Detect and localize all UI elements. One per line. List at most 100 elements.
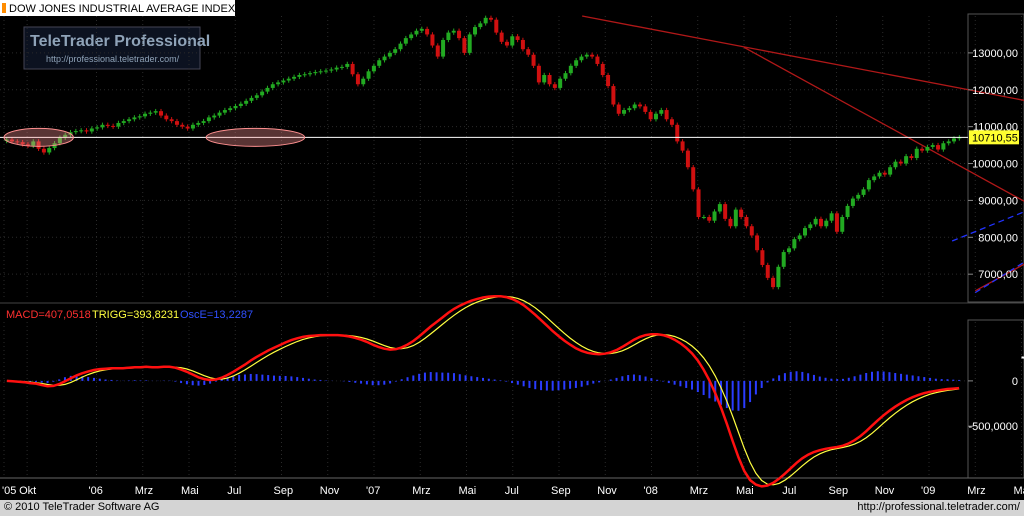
osc-histogram-bar	[673, 380, 676, 385]
osc-histogram-bar	[685, 380, 688, 388]
osc-histogram-bar	[882, 371, 885, 381]
candle-body	[478, 23, 483, 28]
candle-body	[765, 264, 770, 278]
candle-body	[137, 116, 142, 118]
osc-histogram-bar	[307, 378, 310, 381]
osc-histogram-bar	[447, 372, 450, 381]
candle-body	[707, 217, 712, 221]
candle-body	[414, 30, 419, 35]
teletrader-logo: TeleTrader Professional http://professio…	[23, 26, 210, 70]
osc-histogram-bar	[894, 373, 897, 381]
candle-body	[323, 70, 328, 72]
candle-body	[127, 119, 132, 122]
candle-body	[749, 226, 754, 236]
osc-histogram-bar	[267, 375, 270, 381]
x-tick-label: Mrz	[690, 485, 708, 497]
candle-body	[904, 156, 909, 164]
osc-histogram-bar	[104, 379, 107, 381]
osc-histogram-bar	[255, 374, 258, 381]
candle-body	[760, 250, 765, 265]
osc-histogram-bar	[807, 373, 810, 381]
candle-body	[728, 218, 733, 227]
osc-histogram-bar	[638, 375, 641, 381]
osc-histogram-bar	[406, 377, 409, 381]
candle-body	[499, 32, 504, 42]
osc-histogram-bar	[540, 380, 543, 391]
candle-body	[265, 87, 270, 92]
osc-histogram-bar	[691, 380, 694, 390]
osc-histogram-bar	[394, 380, 397, 382]
osc-histogram-bar	[499, 380, 502, 381]
x-tick-label: Nov	[597, 485, 617, 497]
candle-body	[446, 32, 451, 40]
osc-histogram-bar	[505, 380, 508, 382]
candle-body	[606, 75, 611, 87]
candle-body	[818, 218, 823, 227]
candle-body	[132, 117, 137, 120]
macd-legend: MACD=407,0518	[6, 309, 91, 321]
x-tick-label: Sep	[274, 485, 294, 497]
trigg-line	[6, 295, 960, 486]
candle-body	[808, 224, 813, 229]
candle-body	[95, 127, 100, 129]
candle-body	[297, 75, 302, 77]
osc-histogram-bar	[958, 379, 961, 381]
macd-panel	[0, 294, 1024, 488]
candle-body	[462, 38, 467, 53]
logo-url: http://professional.teletrader.com/	[46, 54, 180, 64]
candle-body	[403, 38, 408, 44]
x-tick-label: Nov	[320, 485, 340, 497]
candle-body	[159, 111, 164, 116]
osc-histogram-bar	[795, 371, 798, 381]
x-tick-label: '06	[89, 485, 103, 497]
osc-histogram-bar	[766, 380, 769, 383]
candle-body	[824, 220, 829, 227]
candle-body	[632, 104, 637, 109]
candle-body	[441, 39, 446, 57]
candle-body	[435, 45, 440, 57]
osc-histogram-bar	[650, 378, 653, 381]
candle-body	[579, 56, 584, 61]
candle-body	[936, 145, 941, 150]
chart-canvas: DOW JONES INDUSTRIAL AVERAGE INDEX TeleT…	[0, 0, 1024, 497]
candle-body	[755, 235, 760, 251]
candle-body	[249, 97, 254, 101]
osc-histogram-bar	[185, 380, 188, 385]
osc-histogram-bar	[470, 376, 473, 381]
osc-histogram-bar	[400, 379, 403, 381]
candle-body	[925, 146, 930, 151]
candle-body	[185, 126, 190, 129]
candle-body	[909, 156, 914, 158]
candle-body	[313, 72, 318, 74]
osc-histogram-bar	[476, 377, 479, 381]
candle-body	[776, 266, 781, 288]
price-tick-label: 7000,00	[978, 269, 1018, 281]
price-tick-label: 8000,00	[978, 232, 1018, 244]
candle-body	[430, 34, 435, 46]
osc-histogram-bar	[174, 380, 177, 382]
candle-body	[196, 122, 201, 125]
osc-histogram-bar	[853, 376, 856, 381]
candle-body	[180, 124, 185, 127]
candle-body	[494, 19, 499, 33]
candle-body	[882, 172, 887, 175]
osc-histogram-bar	[876, 371, 879, 381]
candle-body	[116, 122, 121, 127]
candle-body	[622, 110, 627, 114]
osc-histogram-bar	[702, 380, 705, 396]
candle-body	[558, 78, 563, 88]
candle-body	[888, 167, 893, 175]
osc-histogram-bar	[656, 379, 659, 381]
candle-body	[568, 65, 573, 74]
candle-body	[457, 30, 462, 39]
osc-histogram-bar	[841, 378, 844, 381]
osc-histogram-bar	[789, 371, 792, 381]
candle-body	[712, 211, 717, 221]
osc-histogram-bar	[284, 375, 287, 381]
footer-url[interactable]: http://professional.teletrader.com/	[857, 501, 1020, 513]
osc-histogram-bar	[720, 380, 723, 405]
osc-histogram-bar	[203, 380, 206, 385]
candle-body	[206, 117, 211, 122]
osc-histogram-bar	[836, 379, 839, 381]
trend-lines	[582, 15, 1024, 294]
